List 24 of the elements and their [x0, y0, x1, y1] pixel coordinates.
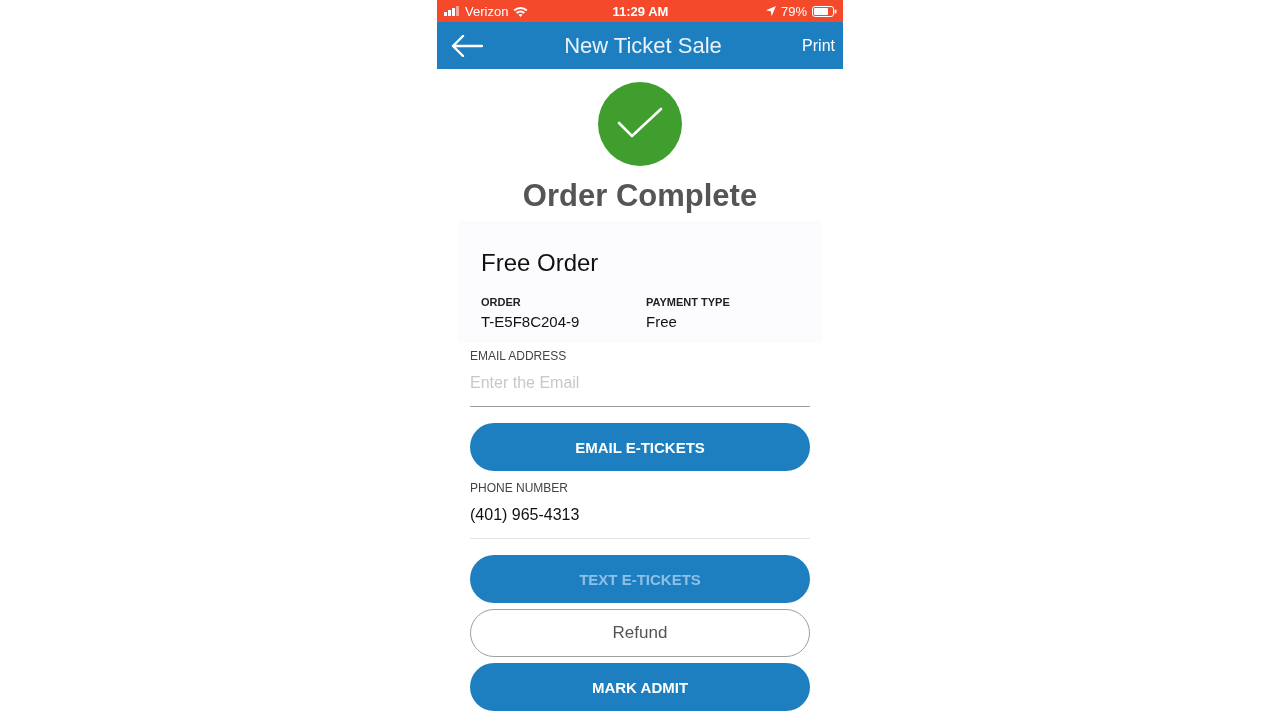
wifi-icon: [513, 5, 529, 17]
back-arrow-icon: [451, 34, 483, 57]
screen-title: New Ticket Sale: [564, 32, 722, 59]
refund-button[interactable]: Refund: [470, 609, 810, 657]
clock-time: 11:29 AM: [612, 3, 669, 19]
signal-icon: [444, 6, 460, 16]
action-button[interactable]: EMAIL E-TICKETS: [470, 423, 810, 471]
carrier-name: Verizon: [465, 3, 509, 19]
print-button[interactable]: Print: [802, 36, 835, 55]
success-check-icon: [598, 82, 682, 166]
order-complete-heading: Order Complete: [522, 178, 758, 214]
input-field[interactable]: (401) 965-4313: [470, 496, 810, 539]
back-button[interactable]: [451, 33, 485, 58]
field-value: T-E5F8C204-9: [481, 312, 581, 332]
field-label: PHONE NUMBER: [470, 480, 568, 496]
action-button[interactable]: MARK ADMIT: [470, 663, 810, 711]
location-arrow-icon: [765, 6, 776, 16]
field-caption: ORDER: [481, 295, 522, 309]
battery-icon: [812, 5, 837, 17]
field-label: EMAIL ADDRESS: [470, 348, 567, 364]
battery-percent: 79%: [780, 3, 807, 19]
field-value: Free: [646, 312, 678, 332]
field-caption: PAYMENT TYPE: [646, 295, 731, 309]
order-title: Free Order: [481, 249, 600, 277]
